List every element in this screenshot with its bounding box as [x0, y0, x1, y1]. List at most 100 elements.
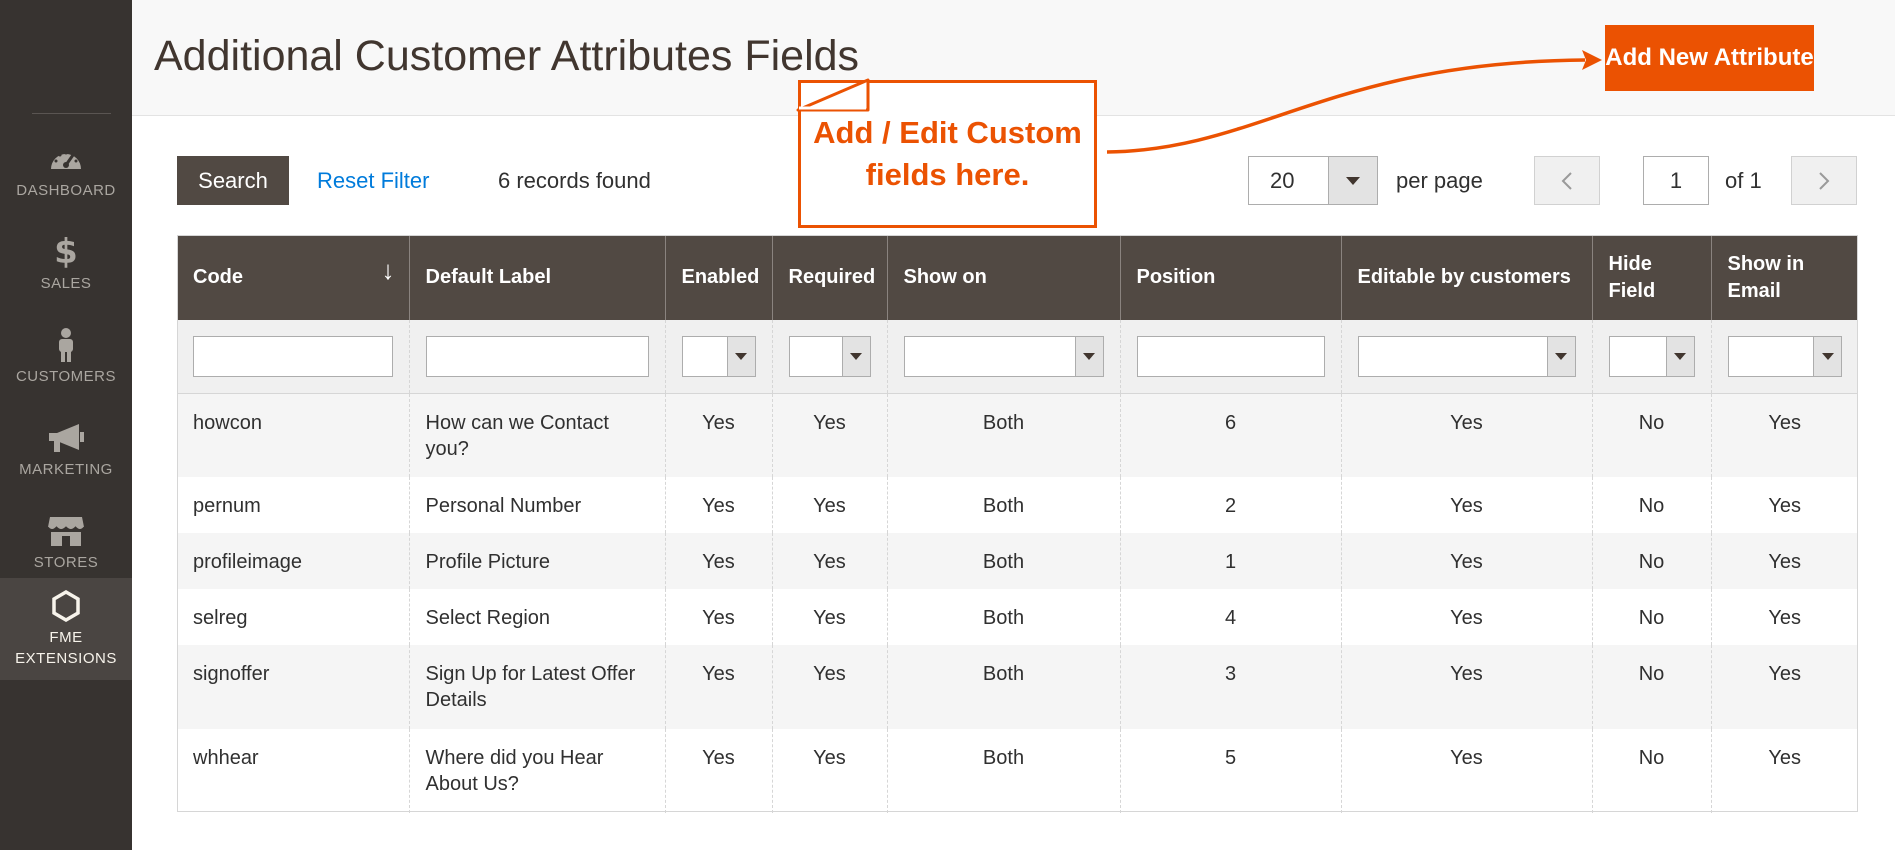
- nav-marketing-label: MARKETING: [19, 461, 113, 478]
- column-header-enabled[interactable]: Enabled: [664, 235, 772, 320]
- attributes-grid: Code ↓ Default Label Enabled Required Sho…: [177, 235, 1858, 813]
- cell-position: 3: [1119, 645, 1341, 729]
- cell-position: 1: [1119, 533, 1341, 589]
- cell-required: Yes: [771, 393, 887, 477]
- callout-line1: Add / Edit Custom: [813, 115, 1082, 150]
- cell-editable: Yes: [1340, 729, 1592, 813]
- filter-code-input[interactable]: [193, 335, 393, 377]
- cell-hide: No: [1591, 645, 1711, 729]
- column-header-code[interactable]: Code ↓: [177, 235, 409, 320]
- filter-hide-select[interactable]: [1608, 335, 1695, 377]
- cell-email: Yes: [1710, 645, 1858, 729]
- filter-required-select[interactable]: [788, 335, 871, 377]
- filter-show-on-select[interactable]: [903, 335, 1104, 377]
- sort-arrow-icon: ↓: [381, 255, 395, 285]
- column-header-default-label[interactable]: Default Label: [408, 235, 665, 320]
- table-row[interactable]: howcon How can we Contact you? Yes Yes B…: [177, 393, 1858, 477]
- chevron-down-icon: [1813, 336, 1841, 376]
- reset-filter-link[interactable]: Reset Filter: [317, 168, 429, 194]
- filter-position-input[interactable]: [1136, 335, 1325, 377]
- nav-fme-label-line1: FME: [49, 629, 83, 646]
- cell-editable: Yes: [1340, 645, 1592, 729]
- add-new-attribute-button[interactable]: Add New Attribute: [1605, 25, 1814, 91]
- cell-hide: No: [1591, 393, 1711, 477]
- column-header-required[interactable]: Required: [771, 235, 887, 320]
- search-button[interactable]: Search: [177, 156, 289, 205]
- column-header-show-in-email[interactable]: Show in Email: [1710, 235, 1858, 320]
- nav-sales[interactable]: $ SALES: [0, 218, 132, 311]
- cell-show-on: Both: [886, 729, 1120, 813]
- per-page-label: per page: [1396, 168, 1483, 193]
- nav-customers[interactable]: CUSTOMERS: [0, 311, 132, 404]
- per-page-select[interactable]: 20: [1248, 156, 1378, 205]
- column-header-position[interactable]: Position: [1119, 235, 1341, 320]
- nav-dashboard-label: DASHBOARD: [16, 182, 116, 199]
- cell-editable: Yes: [1340, 589, 1592, 645]
- chevron-down-icon: [841, 336, 870, 376]
- cell-enabled: Yes: [664, 477, 772, 533]
- chevron-right-icon: [1819, 171, 1830, 190]
- cell-required: Yes: [771, 477, 887, 533]
- filter-email-select[interactable]: [1727, 335, 1842, 377]
- column-header-show-on[interactable]: Show on: [886, 235, 1120, 320]
- table-row[interactable]: whhear Where did you Hear About Us? Yes …: [177, 729, 1858, 813]
- cell-code: whhear: [177, 729, 409, 813]
- dashboard-icon: [48, 142, 84, 176]
- cell-editable: Yes: [1340, 477, 1592, 533]
- cell-required: Yes: [771, 589, 887, 645]
- cell-required: Yes: [771, 533, 887, 589]
- table-row[interactable]: selreg Select Region Yes Yes Both 4 Yes …: [177, 589, 1858, 645]
- page-title: Additional Customer Attributes Fields: [154, 32, 860, 80]
- nav-sales-label: SALES: [40, 275, 92, 292]
- nav-marketing[interactable]: MARKETING: [0, 404, 132, 497]
- previous-page-button[interactable]: [1534, 156, 1600, 205]
- column-header-label: Enabled: [681, 266, 760, 288]
- column-header-label-line2: Email: [1727, 279, 1781, 302]
- cell-editable: Yes: [1340, 393, 1592, 477]
- nav-dashboard[interactable]: DASHBOARD: [0, 125, 132, 218]
- cell-hide: No: [1591, 477, 1711, 533]
- column-header-label-line1: Hide: [1608, 252, 1652, 275]
- chevron-left-icon: [1561, 171, 1572, 190]
- cell-show-on: Both: [886, 645, 1120, 729]
- page-number-input[interactable]: 1: [1643, 156, 1709, 205]
- filter-enabled-select[interactable]: [681, 335, 756, 377]
- cell-enabled: Yes: [664, 393, 772, 477]
- table-row[interactable]: pernum Personal Number Yes Yes Both 2 Ye…: [177, 477, 1858, 533]
- dollar-icon: $: [54, 232, 78, 272]
- store-icon: [47, 514, 85, 548]
- column-header-label: Editable by customers: [1357, 266, 1571, 288]
- column-header-editable[interactable]: Editable by customers: [1340, 235, 1592, 320]
- column-header-label: Code: [193, 266, 243, 288]
- cell-label: Profile Picture: [408, 533, 665, 589]
- cell-code: signoffer: [177, 645, 409, 729]
- cell-label: Where did you Hear About Us?: [408, 729, 665, 813]
- column-header-hide-field[interactable]: Hide Field: [1591, 235, 1711, 320]
- cell-show-on: Both: [886, 533, 1120, 589]
- nav-fme-extensions[interactable]: FME EXTENSIONS: [0, 578, 132, 680]
- table-row[interactable]: profileimage Profile Picture Yes Yes Bot…: [177, 533, 1858, 589]
- filter-label-input[interactable]: [425, 335, 649, 377]
- nav-stores[interactable]: STORES: [0, 497, 132, 590]
- cell-email: Yes: [1710, 729, 1858, 813]
- cell-enabled: Yes: [664, 533, 772, 589]
- cell-editable: Yes: [1340, 533, 1592, 589]
- cell-code: selreg: [177, 589, 409, 645]
- cell-email: Yes: [1710, 393, 1858, 477]
- cell-code: profileimage: [177, 533, 409, 589]
- chevron-down-icon[interactable]: [1328, 157, 1377, 204]
- column-header-label: Show on: [903, 266, 987, 288]
- chevron-down-icon: [726, 336, 755, 376]
- cell-label: How can we Contact you?: [408, 393, 665, 477]
- cell-label: Select Region: [408, 589, 665, 645]
- filter-editable-select[interactable]: [1357, 335, 1576, 377]
- cell-position: 5: [1119, 729, 1341, 813]
- filter-row: [177, 320, 1858, 394]
- cell-show-on: Both: [886, 589, 1120, 645]
- column-header-label-line2: Field: [1608, 279, 1656, 302]
- table-row[interactable]: signoffer Sign Up for Latest Offer Detai…: [177, 645, 1858, 729]
- cell-enabled: Yes: [664, 645, 772, 729]
- next-page-button[interactable]: [1791, 156, 1857, 205]
- admin-sidebar: DASHBOARD $ SALES CUSTOMERS MARKETING ST…: [0, 0, 132, 850]
- hexagon-icon: [52, 589, 80, 623]
